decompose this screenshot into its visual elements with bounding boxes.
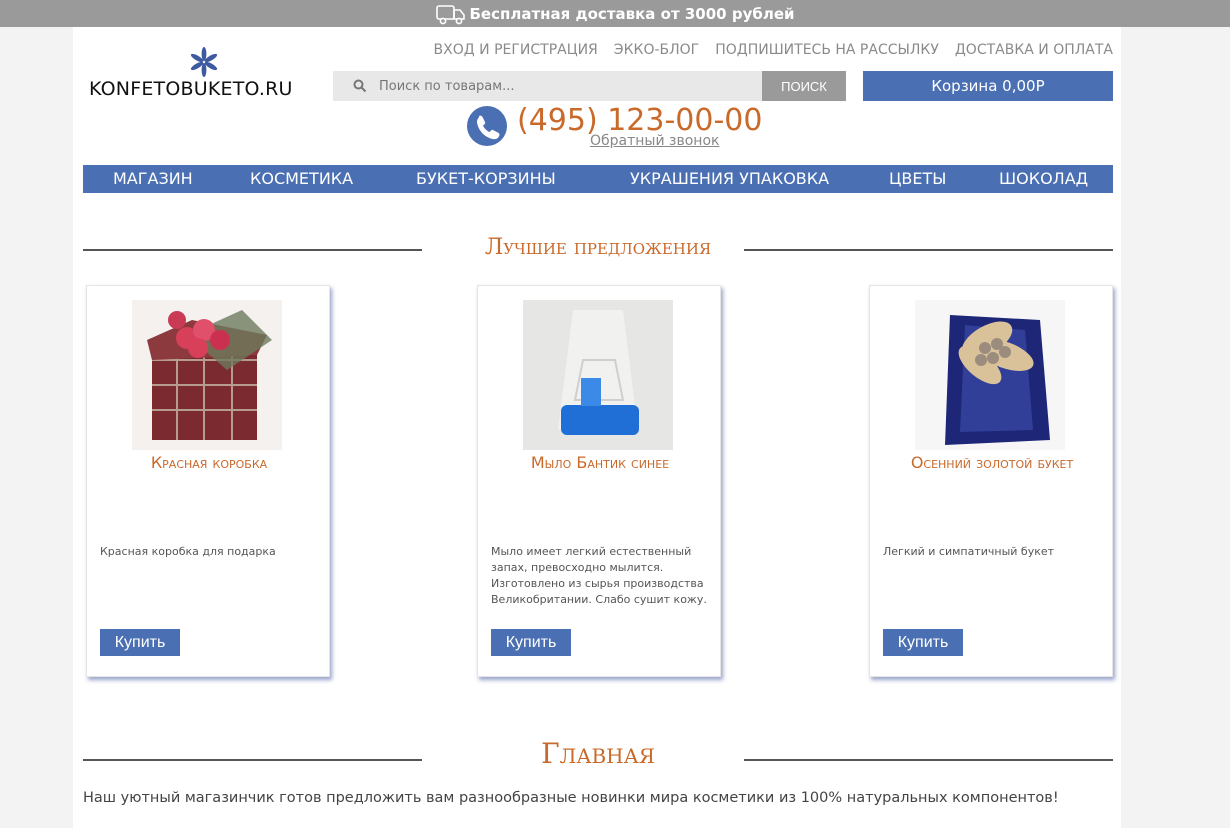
phone-icon	[467, 106, 507, 146]
nav-item-chocolate[interactable]: ШОКОЛАД	[999, 165, 1088, 193]
logo-text: KONFETOBUKETO.RU	[89, 78, 293, 100]
cart-button[interactable]: Корзина 0,00Р	[863, 71, 1113, 101]
product-title[interactable]: Мыло Бантик синее	[478, 453, 722, 472]
search-icon	[353, 79, 367, 93]
product-title[interactable]: Осенний золотой букет	[870, 453, 1114, 472]
search-input[interactable]	[379, 78, 739, 94]
product-card: Осенний золотой букет Легкий и симпатичн…	[869, 285, 1113, 677]
search-button[interactable]: ПОИСК	[762, 71, 846, 101]
header-links: ВХОД И РЕГИСТРАЦИЯ ЭККО-БЛОГ ПОДПИШИТЕСЬ…	[434, 42, 1113, 58]
product-description: Красная коробка для подарка	[100, 545, 276, 558]
login-register-link[interactable]: ВХОД И РЕГИСТРАЦИЯ	[434, 42, 598, 58]
blog-link[interactable]: ЭККО-БЛОГ	[614, 42, 699, 58]
offers-title: Лучшие предложения	[484, 235, 712, 260]
main-section-title: Главная	[83, 737, 1113, 777]
product-card: Мыло Бантик синее Мыло имеет легкий есте…	[477, 285, 721, 677]
delivery-payment-link[interactable]: ДОСТАВКА И ОПЛАТА	[955, 42, 1113, 58]
nav-item-flowers[interactable]: ЦВЕТЫ	[889, 165, 946, 193]
buy-button[interactable]: Купить	[491, 629, 571, 656]
main-intro-text: Наш уютный магазинчик готов предложить в…	[83, 790, 1059, 806]
nav-item-cosmetics[interactable]: КОСМЕТИКА	[250, 165, 353, 193]
product-image-red-box[interactable]	[132, 300, 282, 450]
page-container: KONFETOBUKETO.RU ВХОД И РЕГИСТРАЦИЯ ЭККО…	[73, 27, 1121, 828]
product-image-blue-soap[interactable]	[523, 300, 673, 450]
buy-button[interactable]: Купить	[100, 629, 180, 656]
search-bar	[333, 71, 762, 101]
main-nav: МАГАЗИН КОСМЕТИКА БУКЕТ-КОРЗИНЫ УКРАШЕНИ…	[83, 165, 1113, 193]
site-logo[interactable]: KONFETOBUKETO.RU	[89, 45, 299, 105]
nav-item-bouquet-baskets[interactable]: БУКЕТ-КОРЗИНЫ	[416, 165, 556, 193]
product-description: Мыло имеет легкий естественный запах, пр…	[491, 545, 707, 606]
truck-icon	[435, 4, 465, 24]
divider-right	[744, 759, 1113, 761]
callback-link[interactable]: Обратный звонок	[590, 133, 719, 149]
subscribe-link[interactable]: ПОДПИШИТЕСЬ НА РАССЫЛКУ	[715, 42, 939, 58]
nav-item-shop[interactable]: МАГАЗИН	[113, 165, 193, 193]
offers-section-title: Лучшие предложения	[83, 227, 1113, 267]
buy-button[interactable]: Купить	[883, 629, 963, 656]
phone-block: (495) 123-00-00 Обратный звонок	[466, 103, 762, 155]
product-image-golden-bouquet[interactable]	[915, 300, 1065, 450]
product-title[interactable]: Красная коробка	[87, 453, 331, 472]
free-delivery-banner: Бесплатная доставка от 3000 рублей	[0, 0, 1230, 27]
main-title: Главная	[541, 737, 655, 770]
flower-logo-icon	[190, 47, 218, 77]
product-card: Красная коробка Красная коробка для пода…	[86, 285, 330, 677]
divider-right	[744, 249, 1113, 251]
banner-text: Бесплатная доставка от 3000 рублей	[469, 4, 795, 23]
product-description: Легкий и симпатичный букет	[883, 545, 1055, 558]
nav-item-decorations[interactable]: УКРАШЕНИЯ УПАКОВКА	[630, 165, 829, 193]
